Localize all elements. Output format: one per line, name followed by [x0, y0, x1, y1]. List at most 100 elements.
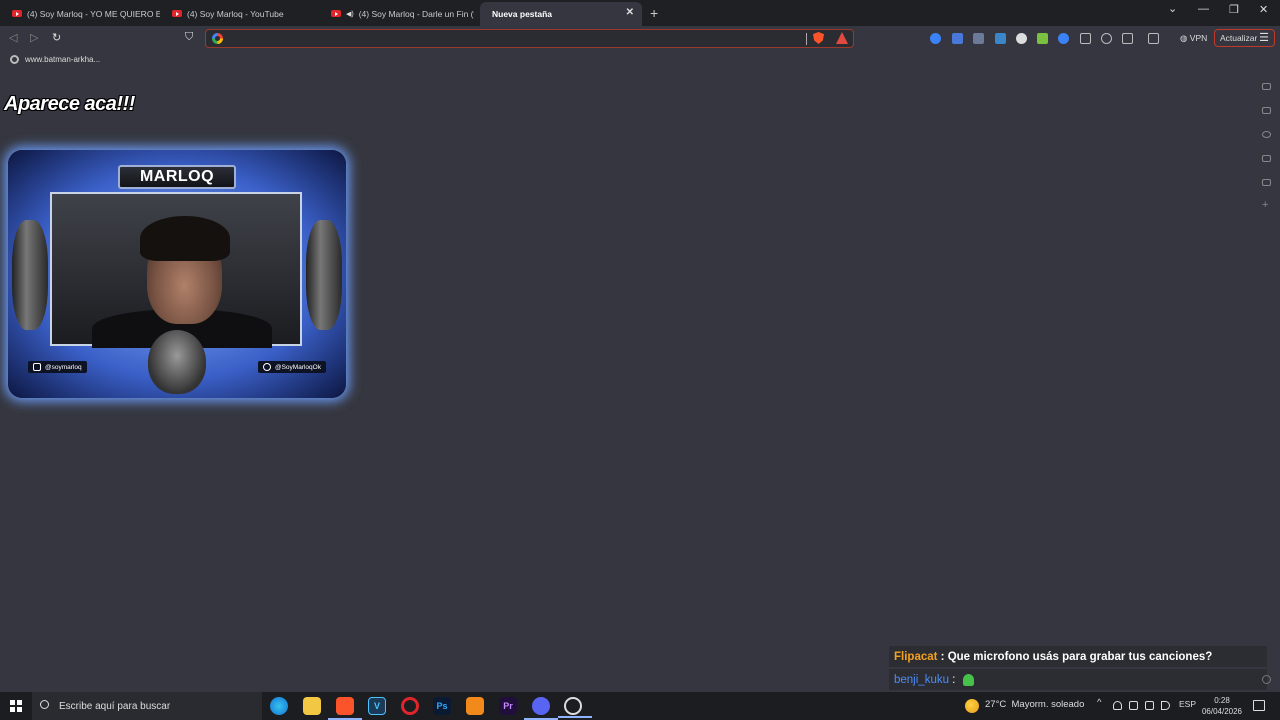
menu-icon[interactable]: ☰ [1259, 31, 1269, 44]
moon-icon[interactable] [1058, 33, 1069, 44]
network-icon[interactable] [1145, 701, 1154, 710]
vegas-icon[interactable]: V [368, 697, 386, 715]
extension-icon[interactable] [1037, 33, 1048, 44]
fl-studio-icon[interactable] [466, 697, 484, 715]
armor-decoration [12, 220, 48, 330]
address-divider [806, 33, 807, 45]
chat-text: Que microfono usás para grabar tus canci… [947, 650, 1213, 663]
sidebar-panel-icon[interactable] [1262, 83, 1271, 90]
instagram-icon [33, 363, 41, 371]
tab-youtube-2[interactable]: (4) Soy Marloq - YouTube [160, 3, 328, 24]
chevron-up-icon[interactable]: ^ [1097, 697, 1101, 708]
update-label: Actualizar [1220, 33, 1258, 43]
extension-icon[interactable] [930, 33, 941, 44]
minimize-button[interactable]: — [1198, 3, 1209, 15]
youtube-icon [331, 10, 341, 17]
vpn-label: VPN [1189, 33, 1208, 43]
discord-icon[interactable] [524, 697, 558, 720]
language-indicator[interactable]: ESP [1179, 699, 1196, 709]
webcam-video [50, 192, 302, 348]
chat-separator: : [937, 650, 948, 663]
streamer-name: MARLOQ [118, 165, 236, 189]
update-button[interactable]: Actualizar ☰ [1214, 29, 1275, 47]
overlay-caption: Aparece aca!!! [4, 93, 135, 115]
search-icon [40, 700, 49, 709]
chat-message: benji_kuku : [889, 669, 1267, 690]
youtube-icon [12, 10, 22, 17]
translate-icon[interactable] [952, 33, 963, 44]
tab-youtube-3[interactable]: ◀) (4) Soy Marloq - Darle un Fin (vi [319, 3, 474, 24]
windows-start-button[interactable] [10, 700, 22, 712]
edge-icon[interactable] [270, 697, 288, 715]
bookmarks-bar: www.batman-arkha... [0, 52, 1280, 68]
twitter-label: @SoyMarloqOk [275, 363, 321, 371]
twitter-handle: @SoyMarloqOk [258, 361, 326, 373]
streamer-hair [140, 216, 230, 261]
opera-icon[interactable] [401, 697, 419, 715]
armor-decoration [306, 220, 342, 330]
tab-strip: (4) Soy Marloq - YO ME QUIERO ESC (4) So… [0, 0, 1280, 26]
file-explorer-icon[interactable] [303, 697, 321, 715]
extension-icon[interactable] [1016, 33, 1027, 44]
chat-overlay: Flipacat : Que microfono usás para graba… [889, 646, 1267, 691]
add-panel-icon[interactable]: + [1262, 199, 1268, 211]
chat-settings-icon[interactable] [1262, 675, 1271, 684]
close-tab-icon[interactable]: ✕ [626, 7, 634, 18]
tab-title: (4) Soy Marloq - YouTube [187, 8, 284, 19]
twitter-icon [263, 363, 271, 371]
google-icon [212, 33, 223, 44]
clock-date: 06/04/2026 [1201, 707, 1243, 716]
tab-list-button[interactable]: ⌄ [1168, 2, 1177, 15]
volume-icon[interactable] [1161, 701, 1170, 710]
forward-button[interactable]: ▷ [30, 31, 38, 44]
bookmark-item[interactable]: www.batman-arkha... [25, 55, 100, 64]
tab-title: Nueva pestaña [492, 9, 552, 19]
instagram-label: @soymarloq [45, 363, 82, 371]
chat-message: Flipacat : Que microfono usás para graba… [889, 646, 1267, 667]
chat-username: benji_kuku [894, 673, 949, 686]
close-window-button[interactable]: ✕ [1259, 3, 1268, 16]
weather-label[interactable]: 27°C Mayorm. soleado [985, 699, 1084, 710]
vpn-button[interactable]: ◍ VPN [1180, 33, 1207, 44]
green-ghost-emote [962, 673, 974, 686]
armor-decoration [148, 330, 206, 394]
tab-youtube-1[interactable]: (4) Soy Marloq - YO ME QUIERO ESC [0, 3, 160, 24]
sidebar-panel-icon[interactable] [1262, 155, 1271, 162]
weather-icon[interactable] [965, 699, 979, 713]
photoshop-icon[interactable]: Ps [433, 697, 451, 715]
instagram-handle: @soymarloq [28, 361, 87, 373]
speaker-icon[interactable]: ◀) [346, 10, 354, 18]
brave-shield-icon[interactable] [813, 32, 824, 44]
sidebar-icon[interactable] [1122, 33, 1133, 44]
taskbar-search[interactable]: Escribe aquí para buscar [32, 692, 262, 720]
brave-rewards-icon[interactable] [836, 32, 848, 44]
search-placeholder: Escribe aquí para buscar [59, 700, 171, 712]
clock-time: 0:28 [1214, 696, 1230, 705]
chat-separator: : [948, 673, 959, 686]
microphone-icon[interactable] [1113, 701, 1122, 710]
premiere-icon[interactable]: Pr [499, 697, 517, 715]
reload-button[interactable]: ↻ [52, 31, 61, 44]
bookmark-button[interactable]: ⛉ [185, 31, 193, 44]
windows-taskbar: Escribe aquí para buscar V Ps Pr 27°C Ma… [0, 692, 1280, 720]
brave-icon[interactable] [328, 697, 362, 720]
sidebar-panel-icon[interactable] [1262, 131, 1271, 138]
new-tab-button[interactable]: + [650, 5, 658, 21]
tab-title: (4) Soy Marloq - Darle un Fin (vi [358, 8, 474, 19]
battery-icon[interactable] [1129, 701, 1138, 710]
sidebar-panel-icon[interactable] [1262, 179, 1271, 186]
tab-new-tab[interactable]: Nueva pestaña ✕ [480, 2, 642, 26]
sidebar-panel-icon[interactable] [1262, 107, 1271, 114]
extension-icon[interactable] [973, 33, 984, 44]
wallet-icon[interactable] [1148, 33, 1159, 44]
address-bar[interactable] [205, 29, 854, 48]
notification-icon[interactable] [1253, 700, 1265, 711]
extension-icon[interactable] [1080, 33, 1091, 44]
system-clock[interactable]: 0:28 06/04/2026 [1197, 695, 1247, 717]
music-icon[interactable] [1101, 33, 1112, 44]
webcam-overlay: MARLOQ @soymarloq @SoyMarloqOk [8, 150, 346, 398]
extension-icon[interactable] [995, 33, 1006, 44]
maximize-button[interactable]: ❐ [1229, 3, 1239, 16]
obs-icon[interactable] [558, 697, 592, 718]
back-button[interactable]: ◁ [9, 31, 17, 44]
